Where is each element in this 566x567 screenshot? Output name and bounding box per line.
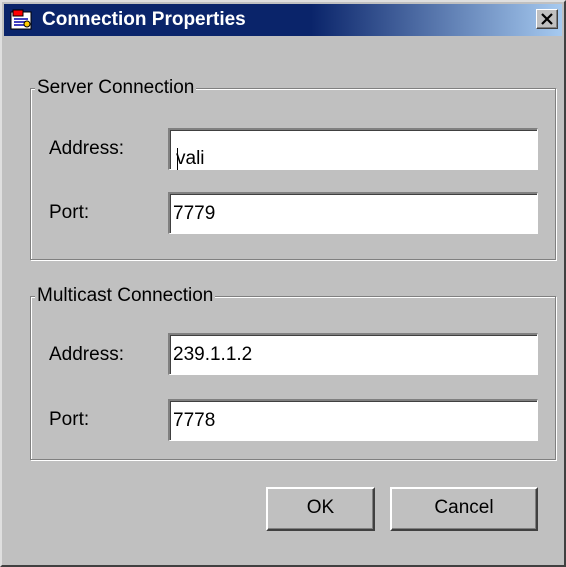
close-button[interactable]: [536, 9, 558, 29]
multicast-address-value: 239.1.1.2: [173, 344, 253, 365]
close-icon: [541, 13, 553, 25]
multicast-address-input[interactable]: 239.1.1.2: [168, 333, 538, 375]
title-bar[interactable]: Connection Properties: [4, 4, 562, 36]
server-address-value: vali: [176, 148, 205, 169]
connection-properties-dialog: Connection Properties Server Connection …: [0, 0, 566, 567]
window-title: Connection Properties: [42, 9, 246, 30]
multicast-port-input[interactable]: 7778: [168, 399, 538, 441]
server-port-label: Port:: [49, 202, 90, 223]
app-icon: [10, 9, 32, 30]
server-port-value: 7779: [173, 203, 216, 224]
server-address-input[interactable]: vali: [168, 128, 538, 170]
cancel-button[interactable]: Cancel: [390, 487, 538, 531]
text-caret: [177, 148, 178, 170]
server-port-input[interactable]: 7779: [168, 192, 538, 234]
multicast-port-value: 7778: [173, 410, 216, 431]
multicast-address-label: Address:: [49, 344, 124, 365]
server-connection-group: Server Connection: [30, 77, 556, 260]
multicast-connection-legend: Multicast Connection: [35, 285, 216, 307]
ok-button[interactable]: OK: [266, 487, 375, 531]
server-address-label: Address:: [49, 138, 124, 159]
server-connection-legend: Server Connection: [35, 77, 197, 99]
multicast-port-label: Port:: [49, 409, 90, 430]
